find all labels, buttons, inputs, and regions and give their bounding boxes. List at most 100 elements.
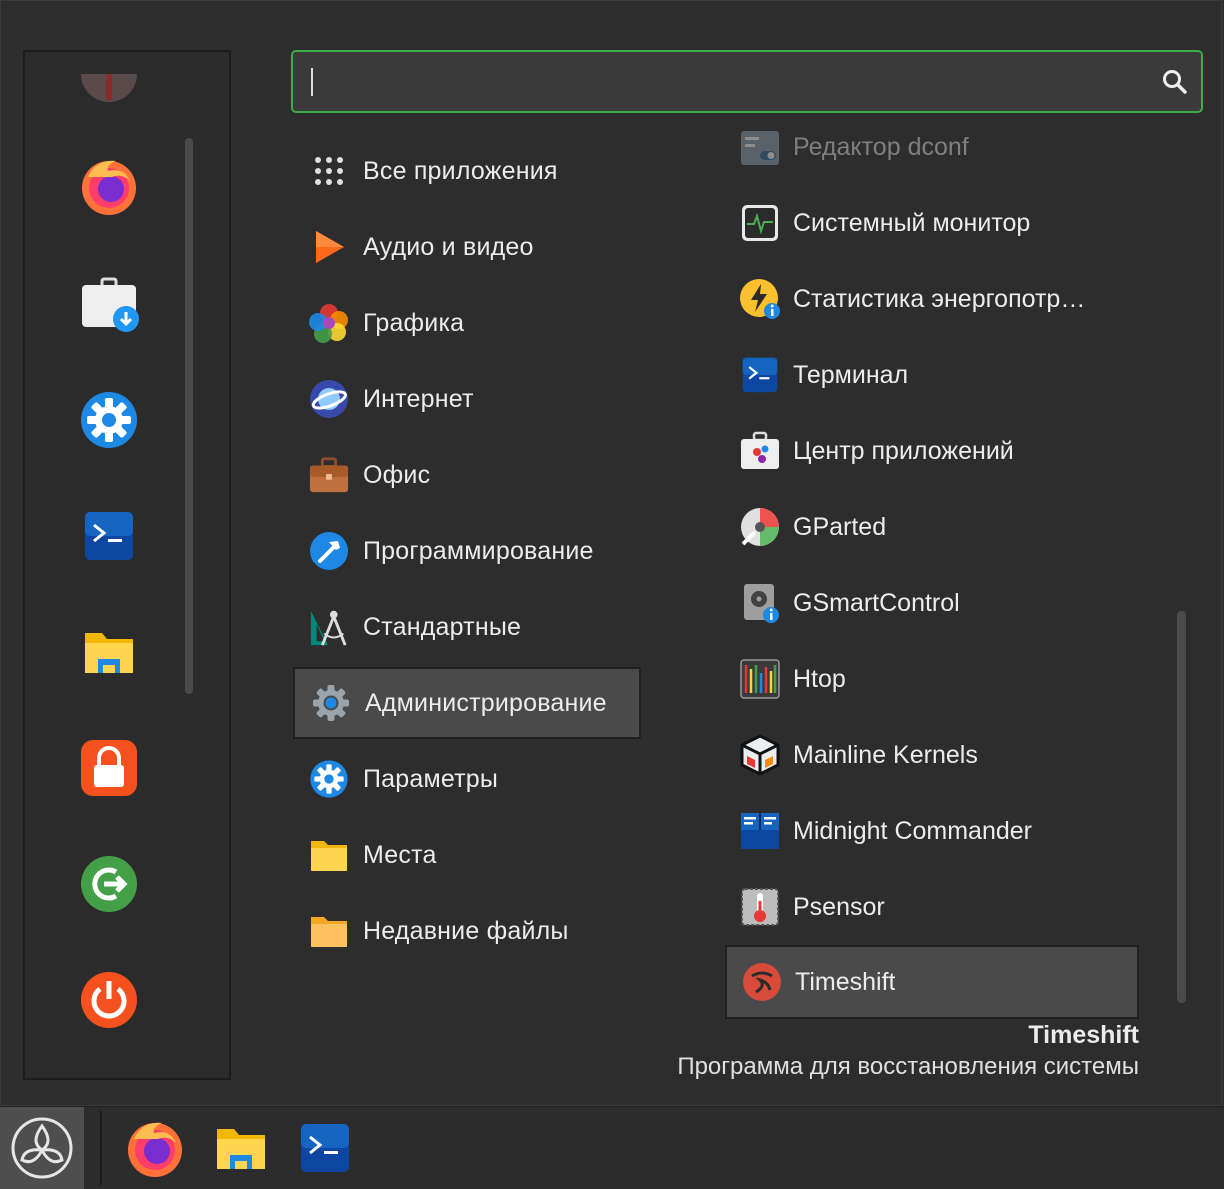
app-gparted[interactable]: GParted <box>725 491 1139 563</box>
category-programming[interactable]: Программирование <box>293 515 641 587</box>
app-center-icon <box>739 430 781 472</box>
power-icon <box>81 972 137 1028</box>
app-label: Midnight Commander <box>793 816 1032 845</box>
htop-icon <box>739 658 781 700</box>
panel-separator <box>100 1111 102 1185</box>
fav-terminal[interactable] <box>77 504 141 568</box>
app-label: Редактор dconf <box>793 132 969 161</box>
admin-gear-icon <box>311 683 351 723</box>
play-icon <box>309 227 349 267</box>
app-terminal[interactable]: Терминал <box>725 339 1139 411</box>
category-recent-files[interactable]: Недавние файлы <box>293 895 641 967</box>
settings-gear-icon <box>309 759 349 799</box>
folder-icon <box>217 1129 265 1169</box>
app-app-center[interactable]: Центр приложений <box>725 415 1139 487</box>
mint-menu-icon <box>11 1117 73 1179</box>
taskbar-panel <box>0 1106 1224 1189</box>
firefox-icon <box>128 1122 182 1177</box>
settings-gear-icon <box>81 392 137 448</box>
app-midnight-commander[interactable]: Midnight Commander <box>725 795 1139 867</box>
folder-icon <box>85 633 133 673</box>
text-caret <box>311 68 313 96</box>
app-dconf-editor[interactable]: Редактор dconf <box>725 111 1139 183</box>
app-system-monitor[interactable]: Системный монитор <box>725 187 1139 259</box>
category-label: Стандартные <box>363 612 522 641</box>
category-label: Офис <box>363 460 431 489</box>
app-label: Htop <box>793 664 846 693</box>
category-settings[interactable]: Параметры <box>293 743 641 815</box>
midnight-commander-icon <box>739 810 781 852</box>
category-office[interactable]: Офис <box>293 439 641 511</box>
category-label: Аудио и видео <box>363 232 534 261</box>
fav-lock-screen[interactable] <box>77 736 141 800</box>
fav-firefox[interactable] <box>77 154 141 218</box>
dconf-editor-icon <box>739 126 781 168</box>
search-box[interactable] <box>291 50 1203 113</box>
accessories-icon <box>309 607 349 647</box>
category-label: Места <box>363 840 437 869</box>
app-label: Системный монитор <box>793 208 1031 237</box>
app-power-statistics[interactable]: Статистика энергопотр… <box>725 263 1139 335</box>
grid-icon <box>309 151 349 191</box>
category-accessories[interactable]: Стандартные <box>293 591 641 663</box>
fav-settings[interactable] <box>77 388 141 452</box>
category-graphics[interactable]: Графика <box>293 287 641 359</box>
search-input[interactable] <box>303 60 1147 104</box>
app-label: Центр приложений <box>793 436 1014 465</box>
menu-button[interactable] <box>0 1107 84 1189</box>
category-label: Администрирование <box>365 688 607 717</box>
software-manager-icon <box>82 277 139 332</box>
fav-logout[interactable] <box>77 852 141 916</box>
fav-shutdown[interactable] <box>77 968 141 1032</box>
category-label: Все приложения <box>363 156 558 185</box>
folder-icon <box>309 835 349 875</box>
app-label: Psensor <box>793 892 885 921</box>
app-mainline-kernels[interactable]: Mainline Kernels <box>725 719 1139 791</box>
terminal-icon <box>85 512 133 560</box>
category-label: Программирование <box>363 536 594 565</box>
panel-files[interactable] <box>210 1117 272 1179</box>
logout-icon <box>81 856 137 912</box>
fav-partial-app[interactable] <box>77 54 141 104</box>
app-htop[interactable]: Htop <box>725 643 1139 715</box>
recent-folder-icon <box>309 911 349 951</box>
category-audio-video[interactable]: Аудио и видео <box>293 211 641 283</box>
gparted-icon <box>739 506 781 548</box>
panel-firefox[interactable] <box>124 1117 186 1179</box>
app-label: Mainline Kernels <box>793 740 978 769</box>
apps-scrollbar[interactable] <box>1177 611 1186 1003</box>
favorites-scrollbar[interactable] <box>185 138 193 694</box>
app-description-text: Программа для восстановления системы <box>677 1053 1139 1080</box>
firefox-icon <box>82 160 136 215</box>
app-description-title: Timeshift <box>1028 1021 1139 1049</box>
psensor-icon <box>739 886 781 928</box>
category-internet[interactable]: Интернет <box>293 363 641 435</box>
app-label: GSmartControl <box>793 588 960 617</box>
app-timeshift[interactable]: Timeshift <box>725 945 1139 1019</box>
fav-software-manager[interactable] <box>77 272 141 336</box>
graphics-icon <box>309 303 349 343</box>
app-gsmartcontrol[interactable]: GSmartControl <box>725 567 1139 639</box>
app-label: Timeshift <box>795 967 896 996</box>
app-label: Статистика энергопотр… <box>793 284 1086 313</box>
category-label: Графика <box>363 308 465 337</box>
internet-icon <box>309 379 349 419</box>
category-label: Параметры <box>363 764 499 793</box>
system-monitor-icon <box>739 202 781 244</box>
category-label: Интернет <box>363 384 474 413</box>
app-psensor[interactable]: Psensor <box>725 871 1139 943</box>
power-statistics-icon <box>739 278 781 320</box>
category-administration[interactable]: Администрирование <box>293 667 641 739</box>
panel-terminal[interactable] <box>294 1117 356 1179</box>
gsmartcontrol-icon <box>739 582 781 624</box>
application-menu: Все приложения Аудио и видео Графика Инт… <box>0 0 1222 1106</box>
mainline-kernels-icon <box>739 734 781 776</box>
search-icon <box>1163 70 1187 94</box>
category-places[interactable]: Места <box>293 819 641 891</box>
app-label: GParted <box>793 512 887 541</box>
app-icon-partial <box>81 74 137 102</box>
category-all-apps[interactable]: Все приложения <box>293 135 641 207</box>
fav-files[interactable] <box>77 620 141 684</box>
lock-icon <box>81 740 137 796</box>
favorites-sidebar <box>23 50 231 1080</box>
